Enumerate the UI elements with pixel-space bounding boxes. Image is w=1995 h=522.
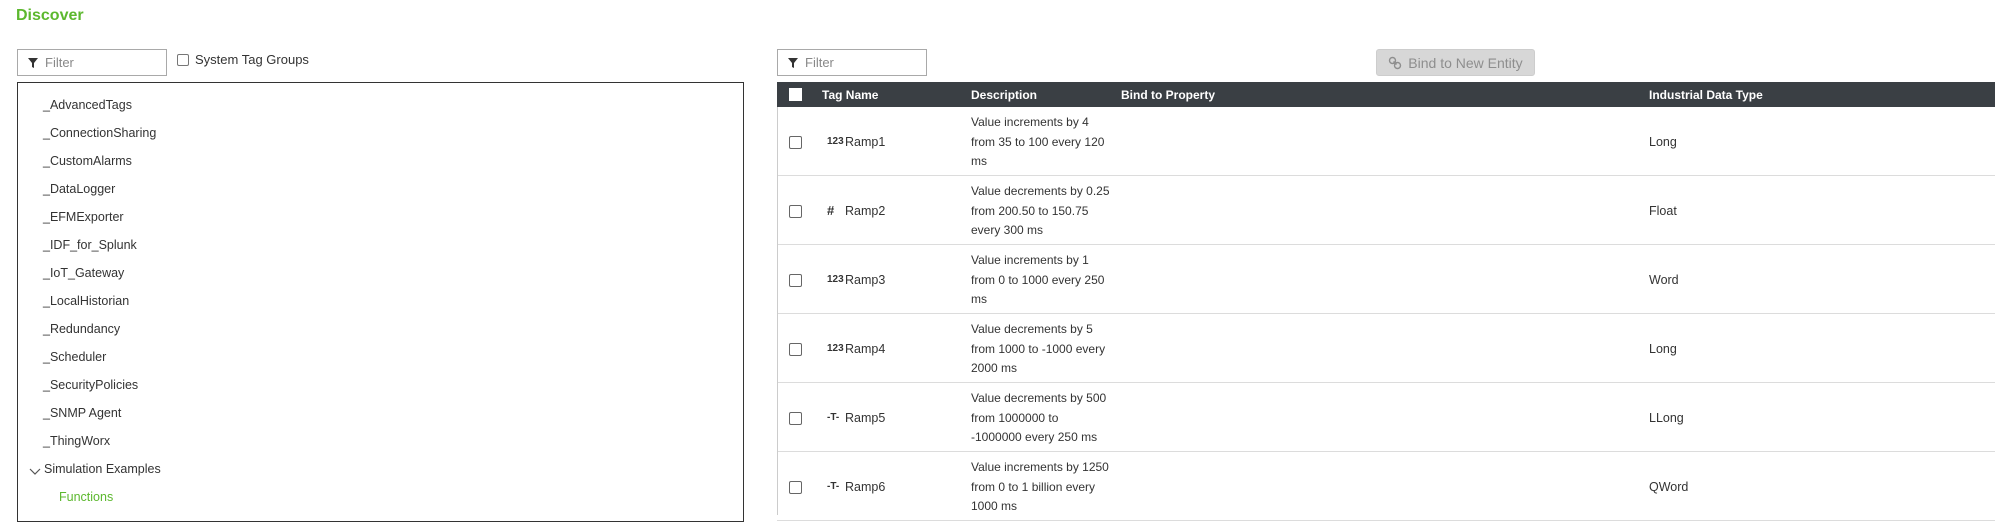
filter-icon	[28, 57, 38, 68]
tag-name: Ramp1	[845, 135, 886, 149]
tree-item[interactable]: _AdvancedTags	[43, 98, 132, 112]
tree-item[interactable]: _Scheduler	[43, 350, 106, 364]
tag-name: Ramp5	[845, 411, 886, 425]
tree-item[interactable]: _LocalHistorian	[43, 294, 129, 308]
column-header-bind-to-property[interactable]: Bind to Property	[1121, 88, 1215, 102]
select-all-checkbox[interactable]	[789, 88, 802, 101]
tree-item[interactable]: _SNMP Agent	[43, 406, 121, 420]
system-tag-groups-checkbox[interactable]	[177, 53, 189, 66]
tag-description: Value increments by 4 from 35 to 100 eve…	[971, 115, 1105, 168]
tag-description: Value increments by 1250 from 0 to 1 bil…	[971, 460, 1109, 513]
tag-description: Value decrements by 500 from 1000000 to …	[971, 391, 1107, 444]
tree-item[interactable]: _ConnectionSharing	[43, 126, 156, 140]
data-type: QWord	[1649, 480, 1689, 494]
tree-item[interactable]: _IDF_for_Splunk	[43, 238, 137, 252]
table-row[interactable]: -T- Ramp5 Value decrements by 500 from 1…	[777, 383, 1995, 452]
page-title: Discover	[16, 7, 84, 24]
link-icon	[1389, 56, 1402, 69]
tree-item-functions[interactable]: Functions	[59, 490, 113, 504]
row-checkbox[interactable]	[789, 343, 802, 356]
tree-item[interactable]: _EFMExporter	[43, 210, 124, 224]
integer-icon: 123	[827, 343, 844, 354]
row-checkbox[interactable]	[789, 412, 802, 425]
tag-name: Ramp6	[845, 480, 886, 494]
float-icon: #	[827, 203, 835, 218]
table-row[interactable]: -T- Ramp6 Value increments by 1250 from …	[777, 452, 1995, 521]
column-header-industrial-data-type[interactable]: Industrial Data Type	[1649, 88, 1763, 102]
tag-filter[interactable]	[777, 49, 927, 76]
chevron-down-icon[interactable]	[29, 468, 41, 476]
tags-table-header: Tag Name Description Bind to Property In…	[777, 82, 1995, 107]
text-icon: -T-	[827, 481, 840, 492]
row-checkbox[interactable]	[789, 136, 802, 149]
tag-description: Value decrements by 5 from 1000 to -1000…	[971, 322, 1106, 375]
data-type: Float	[1649, 204, 1677, 218]
bind-to-new-entity-button[interactable]: Bind to New Entity	[1376, 49, 1535, 76]
row-checkbox[interactable]	[789, 205, 802, 218]
integer-icon: 123	[827, 274, 844, 285]
tag-name: Ramp3	[845, 273, 886, 287]
row-checkbox[interactable]	[789, 481, 802, 494]
table-left-border	[777, 107, 778, 515]
table-row[interactable]: 123 Ramp3 Value increments by 1 from 0 t…	[777, 245, 1995, 314]
table-row[interactable]: 123 Ramp4 Value decrements by 5 from 100…	[777, 314, 1995, 383]
text-icon: -T-	[827, 412, 840, 423]
tree-item[interactable]: _DataLogger	[43, 182, 115, 196]
data-type: Long	[1649, 342, 1677, 356]
system-tag-groups-toggle[interactable]: System Tag Groups	[177, 52, 309, 67]
data-type: Word	[1649, 273, 1679, 287]
tree-item-simulation-examples[interactable]: Simulation Examples	[44, 462, 161, 476]
tree-filter-input[interactable]	[45, 55, 145, 70]
tag-name: Ramp4	[845, 342, 886, 356]
table-row[interactable]: # Ramp2 Value decrements by 0.25 from 20…	[777, 176, 1995, 245]
tree-filter[interactable]	[17, 49, 167, 76]
tag-description: Value increments by 1 from 0 to 1000 eve…	[971, 253, 1105, 306]
tree-item[interactable]: _ThingWorx	[43, 434, 110, 448]
column-header-tag-name[interactable]: Tag Name	[822, 88, 878, 102]
tree-item[interactable]: _CustomAlarms	[43, 154, 132, 168]
integer-icon: 123	[827, 136, 844, 147]
tag-name: Ramp2	[845, 204, 886, 218]
tag-group-tree: _AdvancedTags _ConnectionSharing _Custom…	[17, 82, 744, 522]
data-type: LLong	[1649, 411, 1684, 425]
tree-item[interactable]: _SecurityPolicies	[43, 378, 138, 392]
tree-item[interactable]: _Redundancy	[43, 322, 120, 336]
column-header-description[interactable]: Description	[971, 88, 1037, 102]
filter-icon	[788, 57, 798, 68]
tag-description: Value decrements by 0.25 from 200.50 to …	[971, 184, 1110, 237]
data-type: Long	[1649, 135, 1677, 149]
table-row[interactable]: 123 Ramp1 Value increments by 4 from 35 …	[777, 107, 1995, 176]
bind-to-new-entity-label: Bind to New Entity	[1408, 54, 1523, 71]
tree-item[interactable]: _IoT_Gateway	[43, 266, 124, 280]
system-tag-groups-label: System Tag Groups	[195, 52, 309, 67]
row-checkbox[interactable]	[789, 274, 802, 287]
tag-filter-input[interactable]	[805, 55, 905, 70]
